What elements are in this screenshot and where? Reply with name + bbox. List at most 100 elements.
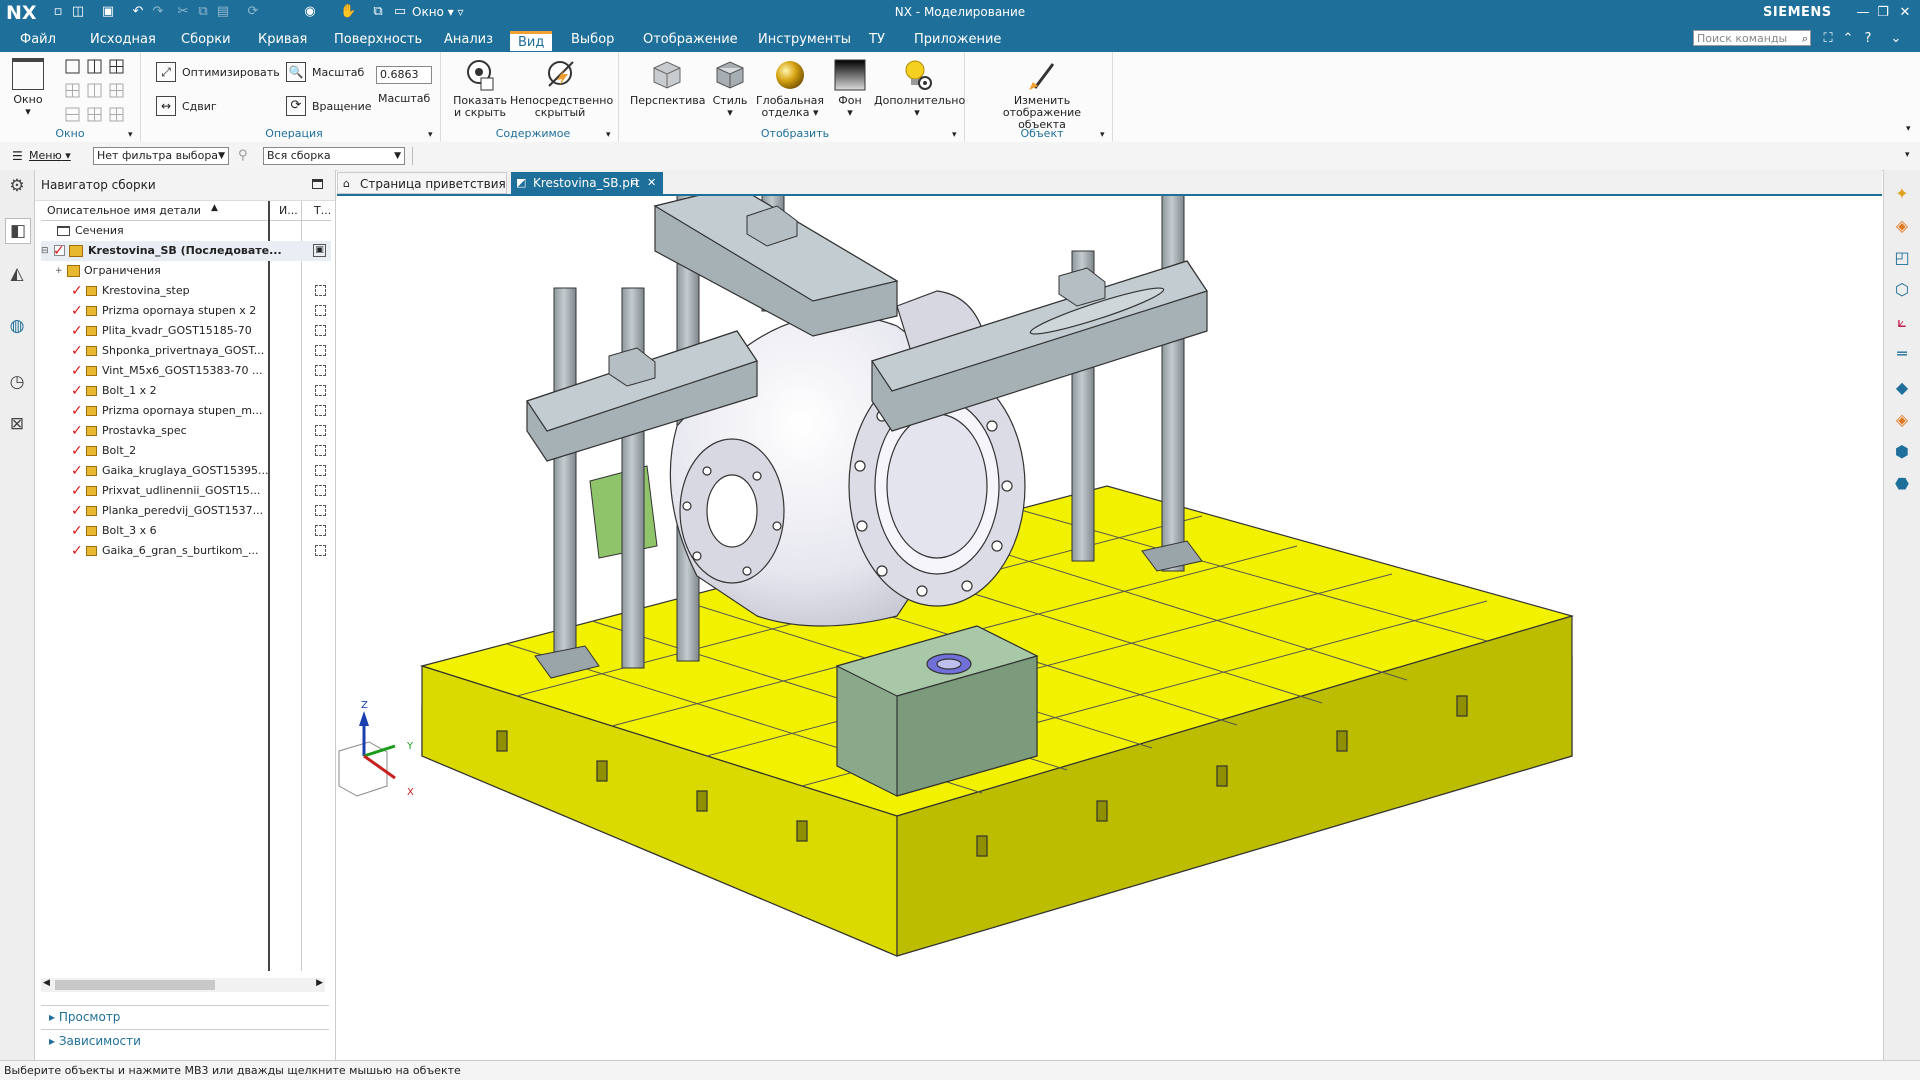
column-header-name[interactable]: Описательное имя детали — [47, 204, 201, 217]
tab-close-icon[interactable]: ✕ — [647, 172, 656, 194]
window-menu[interactable]: Окно ▾ ▿ — [412, 5, 464, 19]
selection-scope-dropdown[interactable]: Вся сборка ▼ — [263, 147, 405, 165]
menu-analysis[interactable]: Анализ — [444, 32, 493, 47]
eye-icon[interactable]: ◉ — [302, 4, 318, 20]
ribbon-expand-icon[interactable]: ▾ — [1906, 124, 1911, 134]
tree-item-part[interactable]: ✓ Gaika_kruglaya_GOST15395... — [41, 461, 331, 481]
tree-item-part[interactable]: ✓ Prixvat_udlinennii_GOST15... — [41, 481, 331, 501]
rotate-button[interactable]: ⟳ Вращение — [286, 96, 376, 116]
menu-surface[interactable]: Поверхность — [334, 32, 422, 47]
tab-welcome-page[interactable]: ⌂ Страница приветствия — [337, 172, 507, 194]
type-filter-dropdown[interactable]: Нет фильтра выбора ▼ — [93, 147, 229, 165]
tree-item-part[interactable]: ✓ Vint_M5x6_GOST15383-70 ... — [41, 361, 331, 381]
group-menu-chevron-icon[interactable]: ▾ — [128, 130, 133, 140]
group-menu-chevron-icon[interactable]: ▾ — [606, 130, 611, 140]
checkmark-icon[interactable]: ✓ — [71, 343, 83, 359]
tree-item-part[interactable]: ✓ Shponka_privertnaya_GOST... — [41, 341, 331, 361]
cut-icon[interactable]: ✂ — [175, 4, 191, 20]
switch-window-icon[interactable]: ⧉ — [370, 4, 386, 20]
section-dependencies[interactable]: ▸ Зависимости — [41, 1029, 329, 1051]
save-icon[interactable]: ▣ — [100, 4, 116, 20]
web-browser-icon[interactable]: ◍ — [5, 314, 29, 338]
column-header-type[interactable]: Т... — [314, 204, 331, 217]
assembly-navigator-icon[interactable]: ◧ — [5, 218, 31, 244]
touch-mode-icon[interactable]: ✋ — [340, 4, 356, 20]
group-menu-chevron-icon[interactable]: ▾ — [952, 130, 957, 140]
group-menu-chevron-icon[interactable]: ▾ — [1100, 130, 1105, 140]
checkmark-icon[interactable]: ✓ — [71, 323, 83, 339]
checkmark-icon[interactable]: ✓ — [71, 403, 83, 419]
new-file-icon[interactable]: ▫ — [50, 4, 66, 20]
process-studio-icon[interactable]: ⊠ — [5, 412, 29, 436]
close-icon[interactable]: ✕ — [1894, 3, 1916, 23]
collapse-ribbon-icon[interactable]: ⌃ — [1840, 31, 1856, 47]
menu-view[interactable]: Вид — [510, 31, 553, 51]
sort-ascending-icon[interactable]: ▲ — [211, 203, 218, 213]
tree-item-part[interactable]: ✓ Prizma opornaya stupen_m... — [41, 401, 331, 421]
history-icon[interactable]: ◷ — [5, 370, 29, 394]
help-icon[interactable]: ? — [1860, 31, 1876, 47]
checkmark-icon[interactable]: ✓ — [71, 443, 83, 459]
scrollbar-thumb[interactable] — [55, 980, 215, 990]
tab-options-icon[interactable]: ⧉ — [631, 172, 638, 194]
tree-item-part[interactable]: ✓ Bolt_3 x 6 — [41, 521, 331, 541]
tree-item-root-assembly[interactable]: ⊟ ✓ Krestovina_SB (Последовате... ▣ — [41, 241, 331, 261]
restore-icon[interactable]: ❐ — [1872, 3, 1894, 23]
explode-view-icon[interactable]: ⬢ — [1890, 440, 1914, 464]
checkmark-icon[interactable]: ✓ — [71, 423, 83, 439]
tree-item-part[interactable]: ✓ Planka_peredvij_GOST1537... — [41, 501, 331, 521]
repeat-command-icon[interactable]: ⟳ — [245, 4, 261, 20]
expand-icon[interactable]: + — [55, 261, 63, 281]
show-hide-button[interactable]: Показать и скрыть — [452, 58, 508, 119]
checkmark-icon[interactable]: ✓ — [71, 363, 83, 379]
command-search-input[interactable]: Поиск команды ⌕ — [1693, 30, 1811, 46]
tree-item-part[interactable]: ✓ Krestovina_step — [41, 281, 331, 301]
menu-display[interactable]: Отображение — [643, 32, 738, 47]
tree-item-constraints[interactable]: + Ограничения — [41, 261, 331, 281]
tab-krestovina-part[interactable]: ◩ Krestovina_SB.prt ⧉ ✕ — [511, 172, 663, 194]
menu-file[interactable]: Файл — [20, 32, 56, 47]
gear-icon[interactable]: ⚙ — [5, 174, 29, 198]
constraint-navigator-icon[interactable]: ◭ — [5, 262, 29, 286]
tree-item-part[interactable]: ✓ Plita_kvadr_GOST15185-70 — [41, 321, 331, 341]
tree-item-part[interactable]: ✓ Bolt_1 x 2 — [41, 381, 331, 401]
checkmark-icon[interactable]: ✓ — [71, 523, 83, 539]
scale-input[interactable]: 0.6863 — [376, 66, 432, 84]
copy-icon[interactable]: ⧉ — [195, 4, 211, 20]
pan-button[interactable]: ↔ Сдвиг — [156, 96, 236, 116]
search-icon[interactable]: ⌕ — [1802, 31, 1808, 47]
component-icon[interactable]: ◈ — [1890, 408, 1914, 432]
undo-icon[interactable]: ↶ — [130, 4, 146, 20]
tree-item-part[interactable]: ✓ Prizma opornaya stupen x 2 — [41, 301, 331, 321]
style-button[interactable]: Стиль ▾ — [708, 58, 752, 119]
checkmark-icon[interactable]: ✓ — [71, 303, 83, 319]
direct-hidden-button[interactable]: Непосредственно скрытый — [510, 58, 613, 119]
window-icon[interactable]: ▭ — [392, 4, 408, 20]
redo-icon[interactable]: ↷ — [150, 4, 166, 20]
collapse-icon[interactable]: ⊟ — [41, 241, 49, 261]
minimize-icon[interactable]: — — [1852, 3, 1874, 23]
menu-application[interactable]: Приложение — [914, 32, 1001, 47]
tree-item-sections[interactable]: Сечения — [41, 221, 331, 241]
zoom-button[interactable]: 🔍 Масштаб — [286, 62, 366, 82]
checkmark-icon[interactable]: ✓ — [71, 543, 83, 559]
full-screen-icon[interactable]: ⛶ — [1820, 31, 1836, 47]
horizontal-scrollbar[interactable]: ◀ ▶ — [41, 978, 325, 992]
paste-icon[interactable]: ▤ — [215, 4, 231, 20]
more-button[interactable]: Дополнительно ▾ — [874, 58, 965, 119]
view-settings-icon[interactable]: ◰ — [1890, 246, 1914, 270]
window-layout-grid-icon[interactable] — [64, 58, 134, 126]
checkmark-icon[interactable]: ✓ — [71, 383, 83, 399]
checkmark-icon[interactable]: ✓ — [71, 463, 83, 479]
checkmark-icon[interactable]: ✓ — [71, 503, 83, 519]
checkmark-icon[interactable]: ✓ — [71, 283, 83, 299]
menu-curve[interactable]: Кривая — [258, 32, 307, 47]
maximize-panel-icon[interactable] — [312, 179, 323, 189]
assembly-cubes-icon[interactable]: ◆ — [1890, 376, 1914, 400]
tree-item-part[interactable]: ✓ Bolt_2 — [41, 441, 331, 461]
background-button[interactable]: Фон ▾ — [828, 58, 872, 119]
selection-bar-options-icon[interactable]: ▾ — [1905, 150, 1910, 160]
menu-hamburger-icon[interactable]: ☰ — [12, 149, 23, 163]
tree-item-part[interactable]: ✓ Gaika_6_gran_s_burtikom_... — [41, 541, 331, 561]
assembly-model-view[interactable]: Z Y X — [337, 196, 1882, 1060]
